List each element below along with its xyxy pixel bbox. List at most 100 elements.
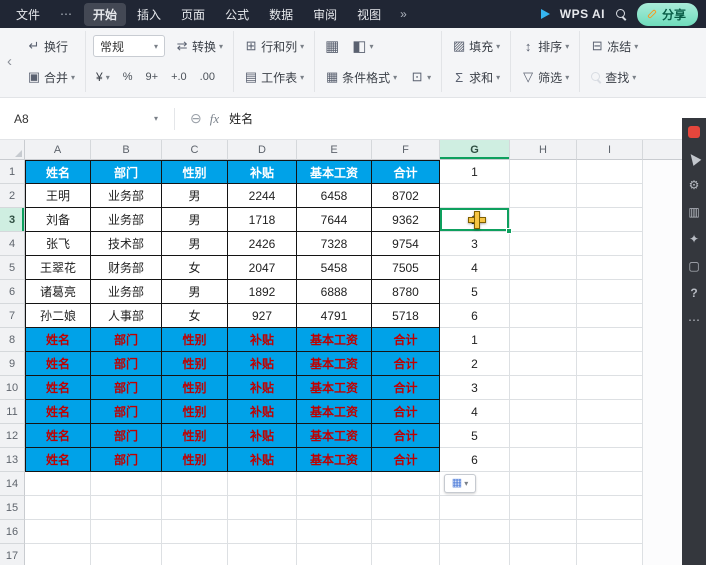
formula-content[interactable]: 姓名: [229, 110, 253, 127]
cell-F12[interactable]: 合计: [372, 424, 440, 448]
border-style-button[interactable]: ⊡ ▾: [407, 67, 434, 87]
cell-C16[interactable]: [162, 520, 228, 544]
cell-A14[interactable]: [25, 472, 91, 496]
cell-A13[interactable]: 姓名: [25, 448, 91, 472]
cell-F4[interactable]: 9754: [372, 232, 440, 256]
cell-I5[interactable]: [577, 256, 643, 280]
pointer-icon[interactable]: [686, 151, 702, 166]
cell-G11[interactable]: 4: [440, 400, 510, 424]
cell-D14[interactable]: [228, 472, 297, 496]
cell-F10[interactable]: 合计: [372, 376, 440, 400]
thousand-separator-button[interactable]: 9+: [143, 69, 162, 85]
cell-E15[interactable]: [297, 496, 372, 520]
cell-G1[interactable]: 1: [440, 160, 510, 184]
cell-I4[interactable]: [577, 232, 643, 256]
cell-I8[interactable]: [577, 328, 643, 352]
rows-cols-button[interactable]: ⊞ 行和列 ▾: [241, 36, 307, 57]
row-header-16[interactable]: 16: [0, 520, 25, 544]
cell-I3[interactable]: [577, 208, 643, 232]
cell-E17[interactable]: [297, 544, 372, 565]
cell-C15[interactable]: [162, 496, 228, 520]
cell-B2[interactable]: 业务部: [91, 184, 162, 208]
name-box[interactable]: A8 ▾: [14, 112, 164, 126]
cell-F13[interactable]: 合计: [372, 448, 440, 472]
cell-I13[interactable]: [577, 448, 643, 472]
cell-F7[interactable]: 5718: [372, 304, 440, 328]
more-icon[interactable]: ⋯: [688, 314, 700, 326]
cell-D11[interactable]: 补贴: [228, 400, 297, 424]
cell-A2[interactable]: 王明: [25, 184, 91, 208]
file-menu[interactable]: 文件: [8, 3, 48, 26]
tab-formula[interactable]: 公式: [216, 3, 258, 26]
cell-D7[interactable]: 927: [228, 304, 297, 328]
wrap-button[interactable]: ↵ 换行: [24, 36, 71, 57]
cell-A3[interactable]: 刘备: [25, 208, 91, 232]
cell-B6[interactable]: 业务部: [91, 280, 162, 304]
increase-decimal-button[interactable]: +.0: [168, 69, 190, 85]
row-header-6[interactable]: 6: [0, 280, 25, 304]
cell-C5[interactable]: 女: [162, 256, 228, 280]
cell-F9[interactable]: 合计: [372, 352, 440, 376]
cell-I7[interactable]: [577, 304, 643, 328]
tab-data[interactable]: 数据: [260, 3, 302, 26]
quick-access-more-icon[interactable]: ⋯: [52, 4, 80, 24]
cell-E9[interactable]: 基本工资: [297, 352, 372, 376]
cell-C13[interactable]: 性别: [162, 448, 228, 472]
row-header-4[interactable]: 4: [0, 232, 25, 256]
column-header-H[interactable]: H: [510, 140, 577, 160]
row-header-5[interactable]: 5: [0, 256, 25, 280]
sum-button[interactable]: Σ 求和 ▾: [449, 67, 503, 88]
cell-E14[interactable]: [297, 472, 372, 496]
cell-E3[interactable]: 7644: [297, 208, 372, 232]
cell-G5[interactable]: 4: [440, 256, 510, 280]
cell-A9[interactable]: 姓名: [25, 352, 91, 376]
cell-E10[interactable]: 基本工资: [297, 376, 372, 400]
cell-H15[interactable]: [510, 496, 577, 520]
cell-G2[interactable]: [440, 184, 510, 208]
cell-F1[interactable]: 合计: [372, 160, 440, 184]
cell-B8[interactable]: 部门: [91, 328, 162, 352]
number-format-select[interactable]: 常规 ▾: [93, 35, 166, 57]
cell-H13[interactable]: [510, 448, 577, 472]
tab-view[interactable]: 视图: [348, 3, 390, 26]
row-header-9[interactable]: 9: [0, 352, 25, 376]
cell-E2[interactable]: 6458: [297, 184, 372, 208]
cell-D5[interactable]: 2047: [228, 256, 297, 280]
notification-badge[interactable]: [688, 126, 700, 138]
cell-B4[interactable]: 技术部: [91, 232, 162, 256]
cell-G7[interactable]: 6: [440, 304, 510, 328]
cell-I12[interactable]: [577, 424, 643, 448]
row-header-14[interactable]: 14: [0, 472, 25, 496]
cell-H1[interactable]: [510, 160, 577, 184]
cell-F11[interactable]: 合计: [372, 400, 440, 424]
cell-H9[interactable]: [510, 352, 577, 376]
row-header-15[interactable]: 15: [0, 496, 25, 520]
cell-B3[interactable]: 业务部: [91, 208, 162, 232]
tab-page[interactable]: 页面: [172, 3, 214, 26]
cell-H2[interactable]: [510, 184, 577, 208]
column-header-G[interactable]: G: [440, 140, 510, 160]
cell-G12[interactable]: 5: [440, 424, 510, 448]
cell-E11[interactable]: 基本工资: [297, 400, 372, 424]
cell-H17[interactable]: [510, 544, 577, 565]
tabs-overflow-icon[interactable]: »: [392, 4, 415, 24]
cell-D10[interactable]: 补贴: [228, 376, 297, 400]
worksheet-button[interactable]: ▤ 工作表 ▾: [241, 67, 307, 88]
cell-F3[interactable]: 9362: [372, 208, 440, 232]
cell-C7[interactable]: 女: [162, 304, 228, 328]
cell-G17[interactable]: [440, 544, 510, 565]
cell-C11[interactable]: 性别: [162, 400, 228, 424]
cell-E4[interactable]: 7328: [297, 232, 372, 256]
search-icon[interactable]: [615, 8, 627, 20]
cell-H10[interactable]: [510, 376, 577, 400]
conditional-format-button[interactable]: ▦ 条件格式 ▾: [322, 67, 400, 88]
cell-B12[interactable]: 部门: [91, 424, 162, 448]
cell-H4[interactable]: [510, 232, 577, 256]
help-icon[interactable]: ?: [690, 287, 697, 299]
table-style-button[interactable]: ▦: [322, 35, 342, 57]
cell-B10[interactable]: 部门: [91, 376, 162, 400]
cell-G16[interactable]: [440, 520, 510, 544]
row-header-17[interactable]: 17: [0, 544, 25, 565]
row-header-10[interactable]: 10: [0, 376, 25, 400]
cell-C10[interactable]: 性别: [162, 376, 228, 400]
